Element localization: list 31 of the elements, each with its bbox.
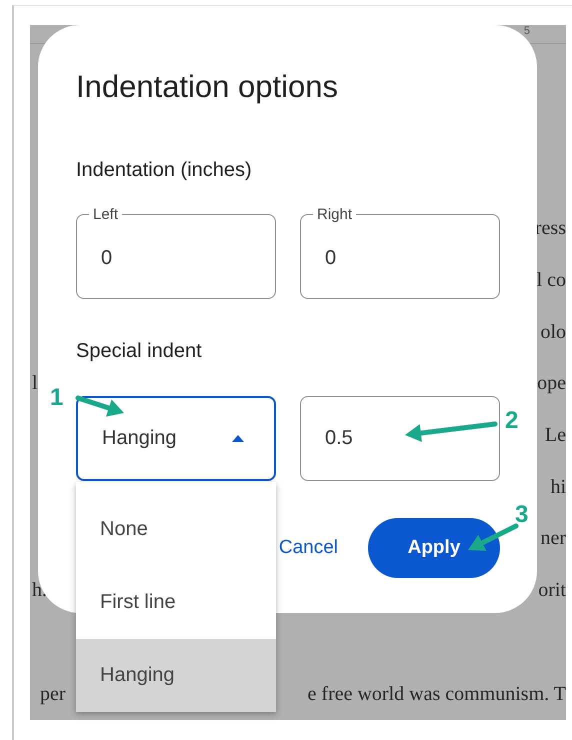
caret-icon — [232, 435, 244, 442]
annotation-arrow — [468, 524, 518, 551]
field-label: Right — [316, 206, 354, 223]
document-text: per — [40, 682, 66, 706]
input-field[interactable]: Right 0 — [300, 206, 500, 299]
cancel-button[interactable]: Cancel — [274, 537, 342, 559]
input-field[interactable]: Left 0 — [76, 206, 276, 299]
document-text: e free world was communism. T — [308, 682, 566, 706]
dialog-title: Indentation options — [76, 68, 339, 106]
apply-button[interactable]: Apply — [368, 518, 500, 578]
document-text: ner — [540, 527, 566, 550]
input-field[interactable]: 0.5 — [300, 396, 500, 481]
menu-option[interactable]: Hanging — [76, 639, 276, 712]
document-text: orit — [538, 578, 566, 602]
document-text: olo — [540, 320, 566, 344]
ruler-number: 5 — [524, 25, 530, 37]
annotation-number: 1 — [50, 384, 64, 411]
indent-dropdown[interactable]: Hanging — [76, 396, 276, 481]
annotation-arrow — [76, 396, 124, 417]
section-heading: Indentation (inches) — [76, 159, 253, 182]
document-text: hi — [550, 476, 566, 499]
annotation-number: 2 — [505, 407, 518, 434]
document-text: l — [32, 372, 38, 396]
annotation-number: 3 — [515, 501, 528, 528]
field-label: Left — [92, 206, 120, 223]
document-text: ope — [537, 372, 566, 396]
document-text: l co — [536, 268, 566, 292]
document-text: Le — [544, 424, 566, 447]
section-heading: Special indent — [76, 340, 203, 363]
menu-option[interactable]: First line — [76, 566, 276, 639]
menu-option[interactable]: None — [76, 493, 276, 566]
